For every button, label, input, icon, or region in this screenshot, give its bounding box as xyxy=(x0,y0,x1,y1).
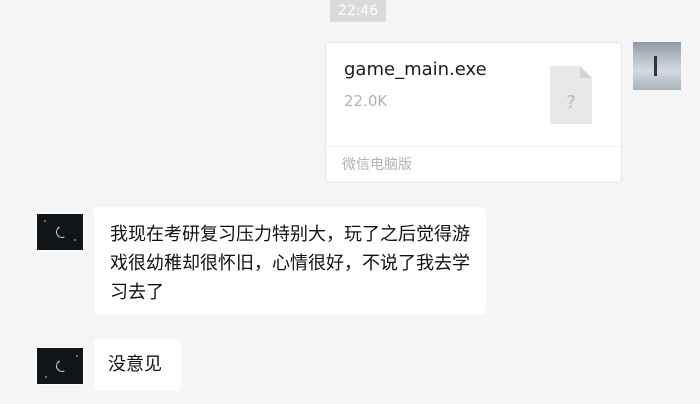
message-bubble[interactable]: 没意见 xyxy=(94,339,181,391)
self-avatar[interactable] xyxy=(633,42,681,90)
moon-icon xyxy=(54,358,70,374)
avatar-star xyxy=(76,355,78,357)
avatar-star xyxy=(45,376,47,378)
avatar-figure xyxy=(654,56,657,76)
file-card-divider xyxy=(326,146,621,147)
timestamp: 22:46 xyxy=(330,0,386,22)
file-icon-glyph: ? xyxy=(566,92,576,113)
file-name: game_main.exe xyxy=(344,59,487,80)
other-avatar[interactable] xyxy=(36,347,84,385)
moon-icon xyxy=(54,224,70,240)
avatar-star xyxy=(44,220,46,222)
file-message-card[interactable]: game_main.exe 22.0K ? 微信电脑版 xyxy=(325,42,622,183)
message-bubble[interactable]: 我现在考研复习压力特别大，玩了之后觉得游戏很幼稚却很怀旧，心情很好，不说了我去学… xyxy=(94,207,486,315)
unknown-file-icon: ? xyxy=(550,66,592,124)
file-source: 微信电脑版 xyxy=(342,157,412,173)
other-avatar[interactable] xyxy=(36,213,84,251)
avatar-star xyxy=(74,239,76,241)
file-size: 22.0K xyxy=(344,92,388,110)
